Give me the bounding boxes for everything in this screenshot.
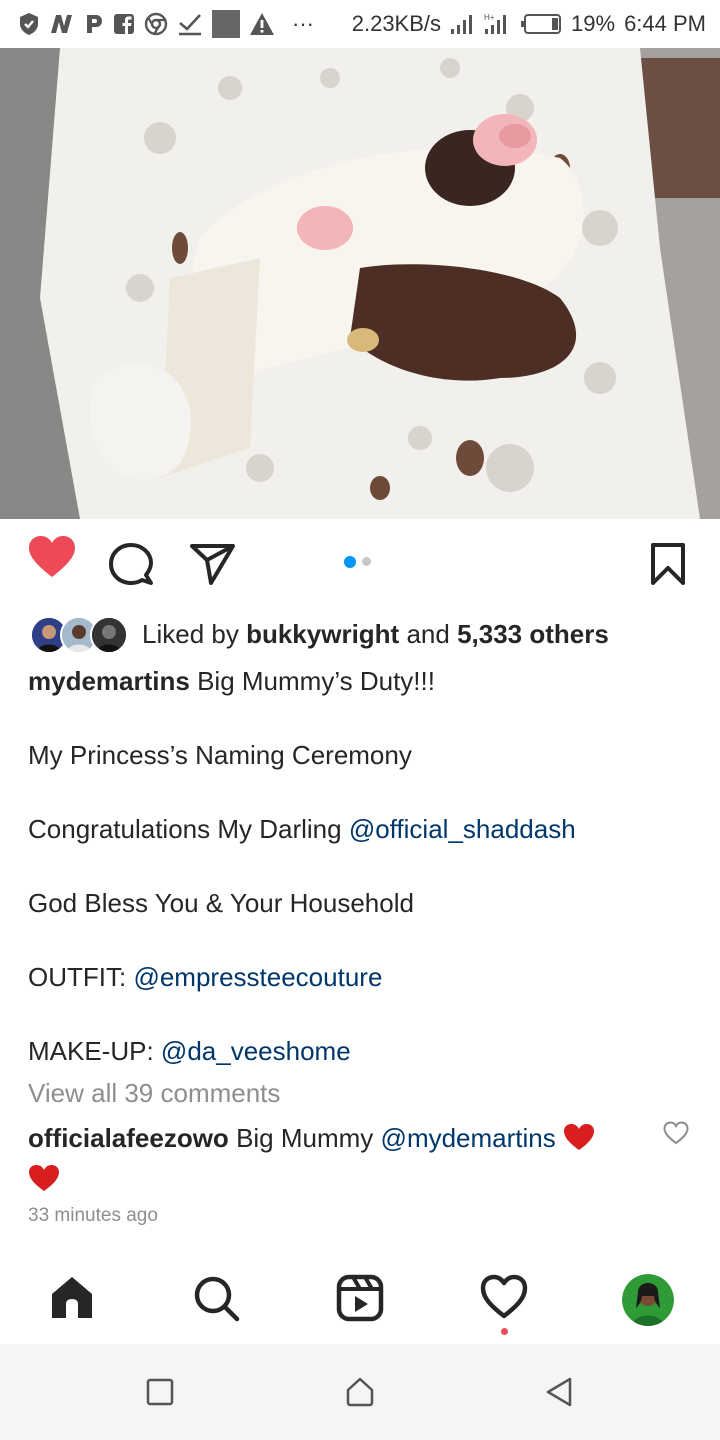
gray-square-icon: [212, 10, 240, 38]
status-bar: ··· 2.23KB/s H+ 19% 6:44 PM: [0, 0, 720, 48]
shield-icon: [18, 12, 40, 36]
photo-illustration: [0, 48, 720, 519]
caption-line: Big Mummy’s Duty!!!: [197, 666, 435, 696]
carousel-dot-active: [344, 555, 356, 568]
caption-line: My Princess’s Naming Ceremony: [28, 740, 412, 770]
comment-item: officialafeezowo Big Mummy @mydemartins: [28, 1120, 638, 1202]
n-app-icon: [49, 13, 75, 35]
mention-link[interactable]: @empressteecouture: [133, 962, 382, 992]
tab-search[interactable]: [192, 1274, 240, 1322]
save-button[interactable]: [650, 543, 686, 585]
carousel-indicator: [344, 555, 371, 568]
tab-home[interactable]: [48, 1274, 96, 1322]
recents-button[interactable]: [146, 1378, 174, 1411]
post-caption: mydemartins Big Mummy’s Duty!!! My Princ…: [28, 663, 698, 1070]
tab-profile[interactable]: [622, 1274, 674, 1326]
home-nav-button[interactable]: [344, 1376, 376, 1413]
comment-username[interactable]: officialafeezowo: [28, 1123, 229, 1153]
warning-icon: [249, 12, 275, 36]
back-triangle-icon: [546, 1377, 572, 1407]
bottom-tab-bar: [0, 1262, 720, 1340]
red-heart-emoji-icon: [563, 1123, 595, 1161]
mention-link[interactable]: @mydemartins: [381, 1123, 556, 1153]
battery-level: 19%: [571, 11, 616, 36]
caption-username[interactable]: mydemartins: [28, 666, 190, 696]
caption-label: MAKE-UP:: [28, 1036, 154, 1066]
mention-link[interactable]: @official_shaddash: [349, 814, 576, 844]
likes-prefix: Liked by: [142, 618, 239, 649]
square-icon: [146, 1378, 174, 1406]
liker-avatars: [30, 614, 130, 654]
heart-outline-icon: [663, 1121, 689, 1145]
likes-count[interactable]: 5,333 others: [457, 619, 609, 649]
view-all-comments-link[interactable]: View all 39 comments: [28, 1078, 280, 1109]
home-icon: [52, 1277, 92, 1318]
signal-icon: [450, 13, 474, 35]
like-button[interactable]: [28, 535, 76, 579]
mention-link[interactable]: @da_veeshome: [161, 1036, 351, 1066]
likes-row[interactable]: Liked by bukkywright and 5,333 others: [30, 612, 609, 656]
red-heart-emoji-icon: [28, 1164, 60, 1202]
liker-username[interactable]: bukkywright: [246, 619, 399, 649]
p-app-icon: [84, 13, 104, 35]
overflow-indicator: ···: [292, 11, 314, 36]
tab-activity[interactable]: [480, 1274, 528, 1320]
system-nav-bar: [0, 1344, 720, 1440]
chrome-icon: [144, 12, 168, 36]
reels-icon: [336, 1274, 384, 1322]
home-outline-icon: [346, 1377, 374, 1407]
back-button[interactable]: [544, 1376, 574, 1413]
clock: 6:44 PM: [624, 11, 706, 36]
post-photo[interactable]: [0, 48, 720, 519]
caption-line: God Bless You & Your Household: [28, 888, 414, 918]
heart-filled-icon: [29, 536, 75, 577]
comment-icon: [109, 543, 153, 585]
paper-plane-icon: [190, 544, 235, 585]
share-button[interactable]: [190, 543, 236, 587]
avatar: [622, 1274, 674, 1326]
caption-line: Congratulations My Darling: [28, 814, 342, 844]
post-timestamp: 33 minutes ago: [28, 1205, 158, 1226]
comment-like-button[interactable]: [663, 1121, 689, 1150]
likes-summary: Liked by bukkywright and 5,333 others: [142, 619, 609, 650]
activity-notification-dot: [501, 1328, 508, 1335]
tab-reels[interactable]: [336, 1274, 384, 1322]
heart-outline-icon: [480, 1274, 528, 1319]
svg-text:H+: H+: [484, 13, 495, 22]
comment-text: Big Mummy: [236, 1123, 374, 1153]
facebook-icon: [113, 13, 135, 35]
network-speed: 2.23KB/s: [351, 11, 442, 36]
bookmark-icon: [651, 543, 685, 585]
likes-connector: and: [406, 618, 450, 649]
caption-label: OUTFIT:: [28, 962, 127, 992]
avatar: [90, 616, 128, 654]
check-download-icon: [177, 12, 203, 36]
battery-icon: [520, 13, 562, 35]
search-icon: [194, 1276, 240, 1322]
post-actions: [0, 535, 720, 595]
signal-h-plus-icon: H+: [483, 12, 511, 36]
comment-button[interactable]: [108, 543, 154, 587]
carousel-dot: [362, 557, 371, 566]
